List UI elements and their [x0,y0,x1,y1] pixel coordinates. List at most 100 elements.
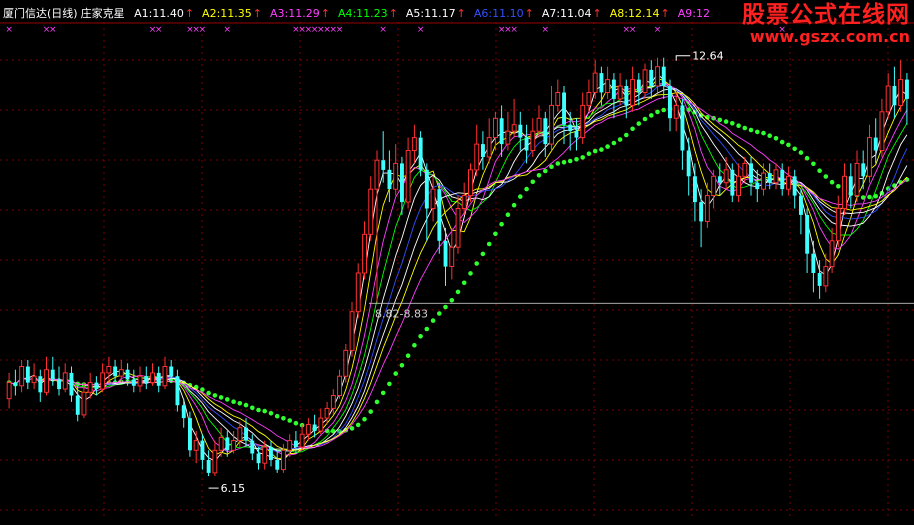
trend-dot [281,416,286,421]
trend-dot [443,304,448,310]
candle [704,182,710,228]
candle [212,440,218,477]
candle [162,356,168,390]
trend-dot [736,123,741,128]
candle [349,302,355,357]
candle [244,418,248,448]
candle [680,98,685,170]
trend-dot [630,126,635,132]
cross-marker-icon: × [629,25,637,35]
candle [486,118,492,164]
trend-dot [200,387,205,392]
trend-dot [829,179,835,185]
candle [19,360,25,393]
candle [200,434,205,470]
stock-chart[interactable]: × × × × × × × × × × × × × × × × × × × × × × × × × × × 8.82-8.83 12… [0,0,914,521]
candle [181,398,186,428]
site-watermark: 股票公式在线网 www.gszx.com.cn [742,0,910,46]
candle [44,356,49,396]
trend-dot [786,142,791,148]
up-arrow-icon: ↑ [456,7,466,20]
trend-dot [399,363,405,368]
cross-marker-icon: × [510,25,518,35]
trend-dot [561,160,567,165]
trend-dot [486,241,492,247]
trend-dot [430,318,436,323]
grid-lines [0,22,914,518]
ma-line-5 [8,78,908,460]
ma-line-20 [8,95,908,449]
ma-line-15 [8,88,908,452]
candle [481,131,485,170]
trend-dot [387,381,392,387]
indicator-value-9: A9:12 [677,7,710,20]
trend-dot [449,298,455,303]
candle [188,411,192,457]
trend-dot [586,151,592,156]
candle [835,195,841,248]
up-arrow-icon: ↑ [524,7,534,20]
candle [38,369,43,402]
ma-line-9 [8,84,908,453]
candle [175,369,180,412]
trend-dot [524,186,529,192]
trend-dot [511,202,517,208]
trend-dot [362,416,367,422]
candle [206,450,211,477]
trend-dot [237,401,243,406]
candle [381,131,386,183]
trend-dot [617,137,623,142]
candle [144,366,149,390]
candle [879,98,885,157]
candle [773,163,779,190]
trend-dot [536,173,542,178]
candle [387,150,392,203]
up-arrow-icon: ↑ [592,7,602,20]
trend-dot [767,133,772,138]
trend-dot [355,422,361,428]
watermark-url: www.gszx.com.cn [749,27,910,46]
candle [736,163,741,203]
trend-dot [779,139,785,145]
cross-marker-icon: × [199,25,207,35]
candle [861,150,866,190]
trend-dot [412,343,417,348]
trend-dot [836,184,841,189]
chart-canvas[interactable]: × ×× ×× ××× × ×××××××× × × ××× × ×× × × 8.82-8.83 12… [0,0,914,521]
candle [854,150,860,203]
candle [668,79,672,132]
trend-dot [250,405,255,411]
candle [405,137,411,209]
candle [113,360,118,383]
candle [62,363,68,393]
candle [549,86,554,151]
trend-dot [530,179,536,185]
candle [730,163,735,203]
trend-dot [730,121,735,126]
candle [611,73,616,119]
candle [6,372,12,409]
trend-dot [592,148,598,154]
candle [299,424,305,451]
candle [449,227,455,280]
indicator-value-6: A6:11.10↑ [473,7,534,20]
candle [362,221,368,280]
candle [13,369,18,396]
candle [250,434,255,460]
candle [137,366,143,393]
candle [892,66,897,119]
candle [580,92,586,145]
candle [106,356,112,383]
trend-dot [461,280,467,286]
candle [848,163,853,209]
up-arrow-icon: ↑ [660,7,670,20]
candle [25,360,30,390]
candle [100,363,106,393]
trend-dot [661,107,666,113]
trend-dot [274,413,280,419]
indicator-value-3: A3:11.29↑ [270,7,330,20]
trend-dot [605,144,610,149]
candle [343,343,349,383]
cross-marker-icon: × [542,25,550,35]
watermark-title: 股票公式在线网 [742,2,910,28]
